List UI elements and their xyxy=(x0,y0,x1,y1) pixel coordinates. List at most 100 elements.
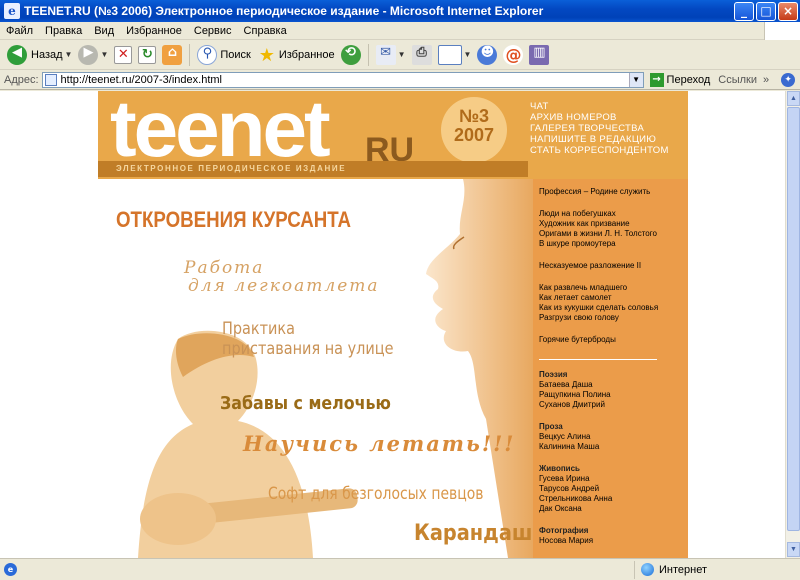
print-button[interactable]: ⎙ xyxy=(409,42,435,68)
address-bar: Адрес: http://teenet.ru/2007-3/index.htm… xyxy=(0,70,800,90)
search-button[interactable]: ⚲ Поиск xyxy=(194,42,253,68)
edit-button[interactable]: ▼ xyxy=(435,42,475,68)
sidebar-link[interactable]: Горячие бутерброды xyxy=(539,335,688,345)
sidebar-link[interactable]: Как развлечь младшего xyxy=(539,283,688,293)
links-button[interactable]: Ссылки xyxy=(718,74,757,86)
menu-edit[interactable]: Правка xyxy=(39,25,88,37)
article-pencil[interactable]: Карандаш xyxy=(414,521,532,546)
page-icon xyxy=(44,73,57,86)
article-fly[interactable]: Научись летать!!! xyxy=(243,431,516,456)
sidebar-link[interactable]: Люди на побегушках xyxy=(539,209,688,219)
minimize-button[interactable]: _ xyxy=(734,1,754,21)
article-athlete[interactable]: Работа для легкоатлета xyxy=(184,259,380,295)
sidebar-section-title: Живопись xyxy=(539,464,580,473)
sidebar-author-link[interactable]: Гусева Ирина xyxy=(539,474,688,484)
forward-dropdown-icon[interactable]: ▼ xyxy=(100,50,108,59)
mail-button[interactable]: ✉ ▼ xyxy=(373,42,409,68)
search-icon: ⚲ xyxy=(197,44,218,65)
sidebar-link[interactable]: В шкуре промоутера xyxy=(539,239,688,249)
security-zone: Интернет xyxy=(634,560,800,579)
zone-label: Интернет xyxy=(659,563,707,576)
hero-area: ОТКРОВЕНИЯ КУРСАНТА Работа для легкоатле… xyxy=(98,179,533,558)
address-input[interactable]: http://teenet.ru/2007-3/index.html ▼ xyxy=(41,71,644,88)
issue-badge: №3 2007 xyxy=(441,97,507,163)
menu-view[interactable]: Вид xyxy=(88,25,120,37)
home-icon: ⌂ xyxy=(162,44,183,65)
sidebar-author-link[interactable]: Носова Мария xyxy=(539,536,688,546)
nav-gallery-link[interactable]: Галерея творчества xyxy=(530,123,669,134)
article-athlete-line2: для легкоатлета xyxy=(188,276,380,296)
go-button[interactable]: → Переход xyxy=(649,72,711,87)
sidebar-author-link[interactable]: Тарусов Андрей xyxy=(539,484,688,494)
scroll-up-icon[interactable]: ▲ xyxy=(787,91,800,106)
page-viewport: teenet RU №3 2007 Чат Архив номеров Гале… xyxy=(0,91,785,558)
nav-correspondent-link[interactable]: Стать корреспондентом xyxy=(530,145,669,156)
back-dropdown-icon[interactable]: ▼ xyxy=(65,50,73,59)
messenger-icon: ☻ xyxy=(477,44,498,65)
status-message: e xyxy=(0,561,634,579)
sidebar-link[interactable]: Оригами в жизни Л. Н. Толстого xyxy=(539,229,688,239)
sidebar-link[interactable]: Разгрузи свою голову xyxy=(539,313,688,323)
masthead: teenet RU №3 2007 Чат Архив номеров Гале… xyxy=(98,91,688,179)
refresh-button[interactable]: ↻ xyxy=(135,42,159,68)
menu-help[interactable]: Справка xyxy=(238,25,293,37)
favorites-button[interactable]: ★ Избранное xyxy=(254,42,338,68)
edit-dropdown-icon[interactable]: ▼ xyxy=(464,50,472,59)
close-button[interactable]: × xyxy=(778,1,798,21)
article-street[interactable]: Практика приставания на улице xyxy=(222,319,394,359)
sidebar-divider xyxy=(539,359,657,360)
globe-icon xyxy=(641,563,654,576)
nav-write-link[interactable]: Напишите в редакцию xyxy=(530,134,669,145)
sidebar-author-link[interactable]: Стрельникова Анна xyxy=(539,494,688,504)
sidebar-author-link[interactable]: Ращупкина Полина xyxy=(539,390,688,400)
stop-button[interactable]: ✕ xyxy=(111,42,135,68)
scroll-down-icon[interactable]: ▼ xyxy=(787,542,800,557)
sidebar-author-link[interactable]: Дак Оксана xyxy=(539,504,688,514)
sidebar-author-link[interactable]: Батаева Даша xyxy=(539,380,688,390)
sidebar-link[interactable]: Несказуемое разложение II xyxy=(539,261,688,271)
menu-tools[interactable]: Сервис xyxy=(188,25,238,37)
sidebar-link[interactable]: Как из кукушки сделать соловья xyxy=(539,303,688,313)
forward-arrow-icon: ▶ xyxy=(78,44,99,65)
article-coins[interactable]: Забавы с мелочью xyxy=(220,393,391,414)
address-value[interactable]: http://teenet.ru/2007-3/index.html xyxy=(61,74,629,86)
forward-button[interactable]: ▶ ▼ xyxy=(75,42,111,68)
research-button[interactable]: ▥ xyxy=(526,42,552,68)
article-street-line2: приставания на улице xyxy=(222,339,394,359)
sidebar-link[interactable]: Как летает самолет xyxy=(539,293,688,303)
mail-at-button[interactable]: @ xyxy=(500,42,526,68)
mail-icon: ✉ xyxy=(375,44,396,65)
sidebar-author-link[interactable]: Калинина Маша xyxy=(539,442,688,452)
status-bar: e Интернет xyxy=(0,558,800,580)
links-chevron-icon[interactable]: » xyxy=(763,74,769,86)
menu-favorites[interactable]: Избранное xyxy=(120,25,188,37)
stop-icon: ✕ xyxy=(114,45,133,64)
mail-dropdown-icon[interactable]: ▼ xyxy=(398,50,406,59)
sidebar-link[interactable]: Профессия – Родине служить xyxy=(539,187,688,197)
issue-year: 2007 xyxy=(453,124,495,145)
sidebar-section-title: Фотография xyxy=(539,526,589,535)
back-arrow-icon: ◀ xyxy=(7,44,27,65)
messenger-button[interactable]: ☻ xyxy=(474,42,500,68)
sidebar-author-link[interactable]: Суханов Дмитрий xyxy=(539,400,688,410)
address-dropdown-icon[interactable]: ▼ xyxy=(628,72,643,87)
browser-window: e TEENET.RU (№3 2006) Электронное период… xyxy=(0,0,800,580)
home-button[interactable]: ⌂ xyxy=(159,42,185,68)
sidebar-author-link[interactable]: Вецкус Алина xyxy=(539,432,688,442)
favorites-label: Избранное xyxy=(278,48,335,61)
article-software[interactable]: Софт для безголосых певцов xyxy=(268,484,483,504)
go-label: Переход xyxy=(666,73,711,86)
menu-file[interactable]: Файл xyxy=(0,25,39,37)
vertical-scrollbar[interactable]: ▲ ▼ xyxy=(785,91,800,558)
scroll-thumb[interactable] xyxy=(787,107,800,531)
site-logo[interactable]: teenet xyxy=(110,91,331,169)
article-cadet[interactable]: ОТКРОВЕНИЯ КУРСАНТА xyxy=(116,207,351,233)
nav-chat-link[interactable]: Чат xyxy=(530,101,669,112)
windows-logo-icon xyxy=(764,21,800,40)
sidebar-link[interactable]: Художник как призвание xyxy=(539,219,688,229)
toolbar-extension-icon[interactable]: ✦ xyxy=(781,72,796,87)
back-button[interactable]: ◀ Назад ▼ xyxy=(4,42,75,68)
nav-archive-link[interactable]: Архив номеров xyxy=(530,112,669,123)
maximize-button[interactable]: □ xyxy=(756,1,776,21)
history-button[interactable]: ⟲ xyxy=(338,42,364,68)
